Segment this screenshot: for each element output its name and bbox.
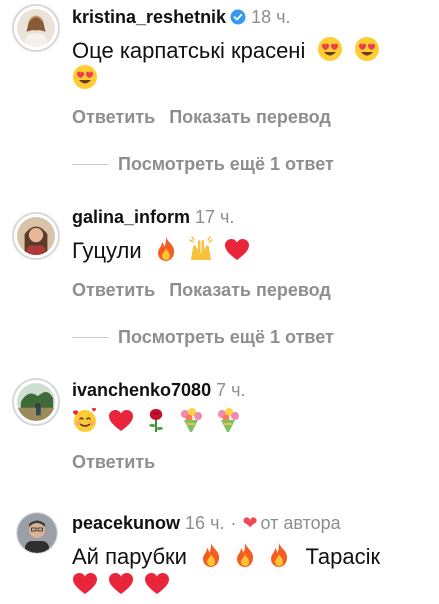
avatar-image	[17, 9, 55, 47]
bouquet-emoji-icon	[215, 407, 241, 441]
view-more-replies-label: Посмотреть ещё 1 ответ	[118, 154, 334, 174]
liked-by-author-label: от автора	[260, 513, 341, 533]
heart-eyes-emoji-icon	[317, 36, 343, 70]
avatar-image	[17, 513, 57, 553]
show-translation-button[interactable]: Показать перевод	[169, 280, 331, 300]
reply-button[interactable]: Ответить	[72, 452, 155, 472]
view-more-replies[interactable]: Посмотреть ещё 1 ответ	[72, 153, 334, 175]
fire-emoji-icon	[233, 542, 257, 576]
divider-line	[72, 336, 108, 338]
red-heart-emoji-icon	[72, 572, 98, 604]
avatar-image	[17, 217, 55, 255]
username[interactable]: peacekunow	[72, 513, 180, 533]
comment-text-continued: Тарасік	[305, 544, 381, 569]
raising-hands-emoji-icon	[188, 236, 214, 270]
view-more-replies-label: Посмотреть ещё 1 ответ	[118, 327, 334, 347]
comment-time: 7 ч.	[216, 380, 246, 400]
fire-emoji-icon	[199, 542, 223, 576]
verified-badge-icon	[230, 8, 246, 30]
comment-time: 16 ч.	[185, 513, 225, 533]
red-heart-emoji-icon	[144, 572, 170, 604]
heart-eyes-emoji-icon	[354, 36, 380, 70]
red-heart-emoji-icon	[108, 409, 134, 441]
bouquet-emoji-icon	[178, 407, 204, 441]
comment-text: Гуцули	[72, 238, 142, 263]
comment-text: Оце карпатські красені	[72, 38, 306, 63]
red-heart-emoji-icon	[224, 238, 250, 270]
username[interactable]: ivanchenko7080	[72, 380, 211, 400]
avatar[interactable]	[16, 512, 58, 554]
comment-time: 18 ч.	[251, 7, 291, 27]
rose-emoji-icon	[144, 407, 168, 441]
username[interactable]: kristina_reshetnik	[72, 7, 226, 27]
liked-heart-icon: ❤	[242, 513, 258, 533]
separator-dot: ·	[230, 513, 237, 533]
comment-time: 17 ч.	[195, 207, 235, 227]
show-translation-button[interactable]: Показать перевод	[169, 107, 331, 127]
reply-button[interactable]: Ответить	[72, 280, 155, 300]
avatar[interactable]	[12, 4, 60, 52]
red-heart-emoji-icon	[108, 572, 134, 604]
fire-emoji-icon	[267, 542, 291, 576]
smiling-face-with-hearts-emoji-icon	[72, 407, 98, 441]
username[interactable]: galina_inform	[72, 207, 190, 227]
heart-eyes-emoji-icon	[72, 64, 98, 98]
fire-emoji-icon	[154, 236, 178, 270]
avatar[interactable]	[12, 212, 60, 260]
comment-text: Ай парубки	[72, 544, 187, 569]
avatar-image	[17, 383, 55, 421]
view-more-replies[interactable]: Посмотреть ещё 1 ответ	[72, 326, 334, 348]
avatar[interactable]	[12, 378, 60, 426]
reply-button[interactable]: Ответить	[72, 107, 155, 127]
divider-line	[72, 163, 108, 165]
